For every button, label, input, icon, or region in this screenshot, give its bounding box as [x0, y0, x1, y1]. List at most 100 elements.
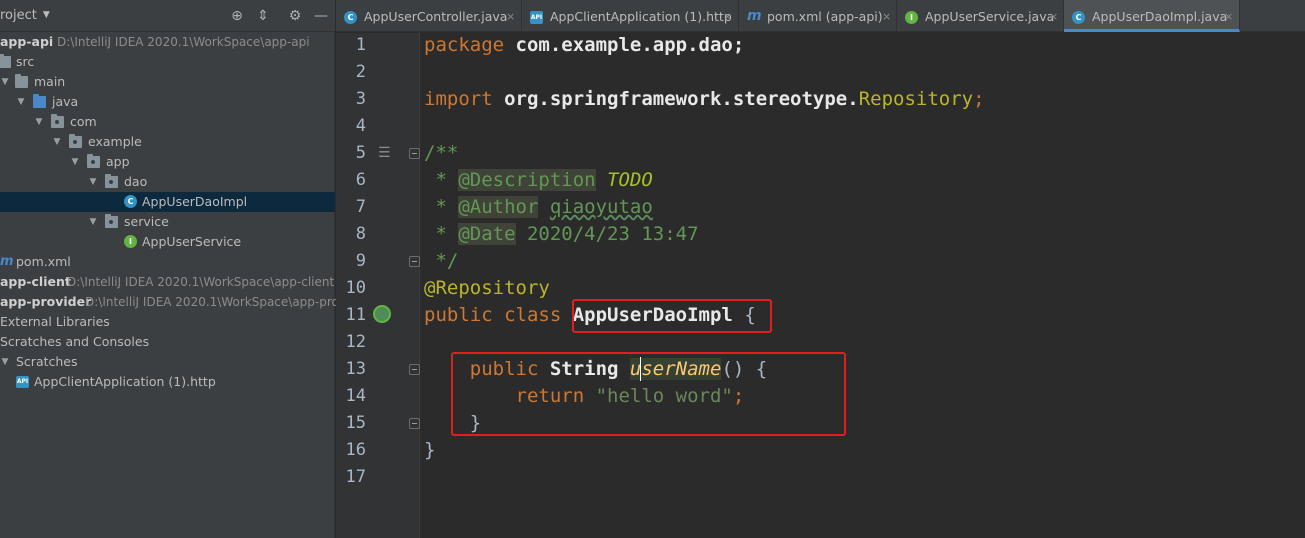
tree-item-appuserdaoimpl[interactable]: C AppUserDaoImpl [0, 192, 335, 212]
class-name: AppUserDaoImpl [572, 304, 733, 326]
code-line-1: package com.example.app.dao; [424, 32, 744, 59]
code-line-15: } [424, 412, 482, 434]
brace: { [732, 304, 756, 326]
tab-appuserdaoimpl[interactable]: C AppUserDaoImpl.java × [1064, 0, 1240, 32]
tree-item-java[interactable]: ▼ java [0, 92, 335, 112]
tree-item-scratches-and-consoles[interactable]: Scratches and Consoles [0, 332, 335, 352]
expand-arrow-icon[interactable]: ▼ [87, 212, 99, 232]
fold-icon[interactable] [409, 256, 420, 267]
gear-icon[interactable]: ⚙ [285, 6, 305, 26]
tree-item-external-libraries[interactable]: External Libraries [0, 312, 335, 332]
text-cursor [640, 357, 641, 381]
line-number: 17 [345, 467, 366, 487]
tree-item-label: AppUserDaoImpl [142, 194, 248, 209]
fold-icon[interactable] [409, 418, 420, 429]
package-icon [105, 174, 118, 188]
close-icon[interactable]: × [506, 0, 515, 33]
expand-arrow-icon[interactable]: ▼ [51, 132, 63, 152]
collapse-all-icon[interactable]: ⇕ [253, 6, 273, 26]
close-icon[interactable]: × [1224, 0, 1233, 33]
method-name: userName [629, 358, 722, 380]
expand-arrow-icon[interactable]: ▼ [33, 112, 45, 132]
close-icon[interactable]: × [723, 0, 732, 33]
tree-item-label: app-client [0, 274, 71, 289]
folder-icon [15, 74, 28, 88]
package-icon [105, 214, 118, 228]
javadoc-render-icon[interactable]: ☰ [378, 144, 396, 162]
code-line-8: * @Date 2020/4/23 13:47 [424, 221, 699, 248]
line-number: 11 [345, 305, 366, 325]
import-class: Repository [858, 88, 974, 110]
interface-icon: I [124, 235, 137, 248]
tree-item-path: D:\IntelliJ IDEA 2020.1\WorkSpace\app-pr… [85, 295, 339, 309]
tree-item-scratches[interactable]: ▼ Scratches [0, 352, 335, 372]
string-literal: "hello word" [595, 385, 733, 407]
expand-arrow-icon[interactable]: ▼ [69, 152, 81, 172]
tab-pom-xml[interactable]: m pom.xml (app-api) × [739, 0, 897, 32]
tree-item-main[interactable]: ▼ main [0, 72, 335, 92]
tree-item-label: pom.xml [16, 254, 71, 269]
tab-appuserservice[interactable]: I AppUserService.java × [897, 0, 1064, 32]
tree-item-pom-xml[interactable]: m pom.xml [0, 252, 335, 272]
package-icon [87, 154, 100, 168]
tab-label: pom.xml (app-api) [767, 9, 883, 24]
tree-item-app-provider[interactable]: app-provider D:\IntelliJ IDEA 2020.1\Work… [0, 292, 339, 312]
line-number: 16 [345, 440, 366, 460]
line-number: 15 [345, 413, 366, 433]
code-line-10: @Repository [424, 277, 550, 299]
keyword: public class [424, 304, 573, 326]
line-number: 3 [355, 89, 366, 109]
tree-item-com[interactable]: ▼ com [0, 112, 335, 132]
project-panel: roject ▼ ⊕ ⇕ ⚙ — app-api D:\IntelliJ IDEA … [0, 0, 339, 538]
package-icon [51, 114, 64, 128]
http-icon: API [530, 11, 543, 24]
code-line-14: return "hello word"; [424, 383, 745, 410]
import-package: org.springframework.stereotype. [492, 88, 859, 110]
line-number: 8 [355, 224, 366, 244]
project-panel-header: roject ▼ ⊕ ⇕ ⚙ — [0, 0, 335, 32]
fold-icon[interactable] [409, 148, 420, 159]
date-value: 2020/4/23 13:47 [515, 223, 699, 245]
expand-arrow-icon[interactable]: ▼ [87, 172, 99, 192]
tree-item-label: app-provider [0, 294, 92, 309]
close-icon[interactable]: × [1049, 0, 1058, 33]
tree-item-service[interactable]: ▼ service [0, 212, 335, 232]
keyword: public [469, 358, 550, 380]
line-number: 10 [345, 278, 366, 298]
line-number: 9 [355, 251, 366, 271]
tab-appusercontroller[interactable]: C AppUserController.java × [336, 0, 522, 32]
tree-item-label: app-api [0, 34, 54, 49]
class-icon: C [124, 195, 137, 208]
expand-arrow-icon[interactable]: ▼ [0, 352, 11, 372]
fold-icon[interactable] [409, 364, 420, 375]
code-line-6: * @Description TODO [424, 167, 653, 194]
line-number: 5 [355, 143, 366, 163]
tab-appclientapplication-http[interactable]: API AppClientApplication (1).http × [522, 0, 739, 32]
maven-icon: m [747, 8, 762, 24]
tree-item-app[interactable]: ▼ app [0, 152, 335, 172]
tree-item-app-api[interactable]: app-api D:\IntelliJ IDEA 2020.1\WorkSpace… [0, 32, 335, 52]
tree-item-appuserservice[interactable]: I AppUserService [0, 232, 335, 252]
expand-arrow-icon[interactable]: ▼ [15, 92, 27, 112]
locate-icon[interactable]: ⊕ [227, 6, 247, 26]
tree-item-label: External Libraries [0, 314, 110, 329]
source-folder-icon [33, 94, 46, 108]
project-view-selector[interactable]: roject ▼ [0, 8, 50, 23]
tree-item-dao[interactable]: ▼ dao [0, 172, 335, 192]
hide-panel-icon[interactable]: — [311, 6, 331, 26]
close-icon[interactable]: × [882, 0, 891, 33]
todo-marker: TODO [607, 169, 653, 191]
spring-bean-icon[interactable] [373, 305, 391, 323]
tree-item-app-client[interactable]: app-client D:\IntelliJ IDEA 2020.1\WorkSp… [0, 272, 335, 292]
tree-item-path: D:\IntelliJ IDEA 2020.1\WorkSpace\app-ap… [57, 35, 310, 49]
package-name: com.example.app.dao; [504, 34, 745, 56]
expand-arrow-icon[interactable]: ▼ [0, 72, 11, 92]
interface-icon: I [905, 11, 918, 24]
tree-item-example[interactable]: ▼ example [0, 132, 335, 152]
tree-item-src[interactable]: src [0, 52, 335, 72]
tree-item-appclientapplication-http[interactable]: API AppClientApplication (1).http [0, 372, 335, 392]
code-line-7: * @Author qiaoyutao [424, 194, 653, 221]
